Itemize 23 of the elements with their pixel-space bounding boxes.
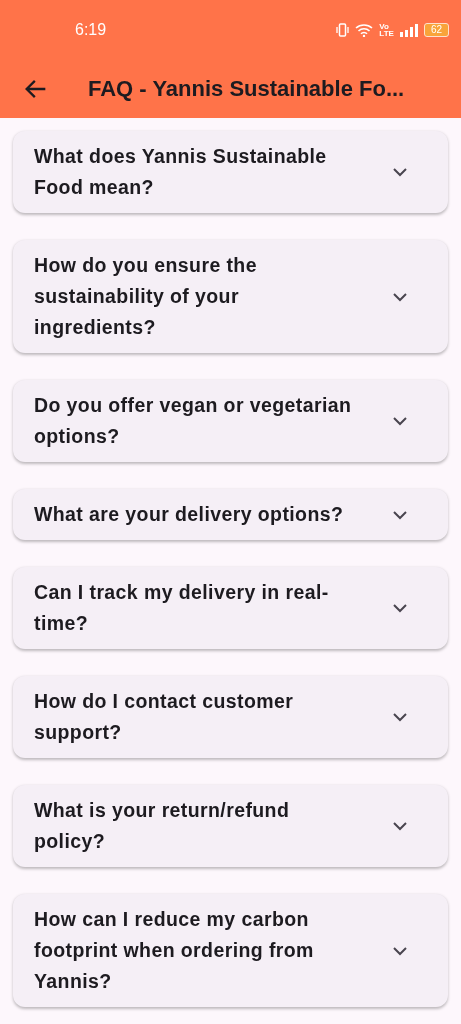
faq-question: How do I contact customer support? [34,689,295,745]
faq-question: Can I track my delivery in real-time? [34,580,330,636]
volte-label: Vo LTE [379,23,394,37]
wifi-icon [355,23,374,37]
faq-item[interactable]: What are your delivery options? [13,489,448,540]
vibrate-icon [336,23,350,37]
faq-item[interactable]: What is your return/refund policy? [13,785,448,867]
faq-question: What does Yannis Sustainable Food mean? [34,144,328,200]
page-title: FAQ - Yannis Sustainable Fo... [88,76,405,102]
faq-item[interactable]: Can I track my delivery in real-time? [13,567,448,649]
faq-question: How can I reduce my carbon footprint when ordering from Yannis? [34,907,315,994]
faq-item[interactable]: What does Yannis Sustainable Food mean? [13,131,448,213]
faq-question: Do you offer vegan or vegetarian options? [34,393,353,449]
status-time: 6:19 [75,21,108,39]
faq-item[interactable]: How do I contact customer support? [13,676,448,758]
signal-icon [399,23,418,37]
faq-question: What are your delivery options? [34,502,345,527]
faq-question: What is your return/refund policy? [34,798,291,854]
battery-level: 62 [423,23,449,37]
faq-question: How do you ensure the sustainability of your ingredients? [34,253,258,340]
faq-item[interactable]: How can I reduce my carbon footprint when ordering from Yannis? [13,894,448,1007]
faq-item[interactable]: How do you ensure the sustainability of your ingredients? [13,240,448,353]
faq-item[interactable]: Do you offer vegan or vegetarian options? [13,380,448,462]
